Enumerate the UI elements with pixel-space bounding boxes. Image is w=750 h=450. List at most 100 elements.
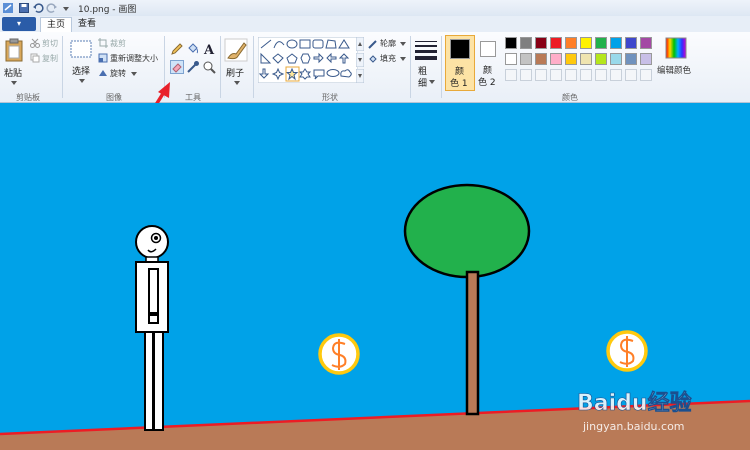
- shapes-scroll-down-icon[interactable]: [356, 53, 364, 67]
- palette-swatch[interactable]: [625, 37, 637, 49]
- select-dropdown-icon: [79, 79, 85, 83]
- palette-empty-slot[interactable]: [580, 69, 592, 81]
- tab-view[interactable]: 查看: [72, 17, 102, 31]
- palette-swatch[interactable]: [550, 53, 562, 65]
- outline-icon: [368, 40, 377, 49]
- size-button[interactable]: 粗 细: [414, 36, 438, 92]
- fill-label: 填充: [380, 54, 396, 63]
- fill-bucket-icon[interactable]: [186, 42, 200, 56]
- copy-icon: [30, 53, 40, 63]
- save-icon[interactable]: [18, 2, 30, 14]
- edit-colors-button[interactable]: 编辑颜色: [657, 36, 695, 88]
- eraser-icon[interactable]: [170, 60, 184, 74]
- palette-swatch[interactable]: [505, 37, 517, 49]
- select-label: 选择: [72, 67, 91, 77]
- palette-swatch[interactable]: [610, 53, 622, 65]
- image-group-label: 图像: [106, 93, 122, 102]
- color-picker-icon[interactable]: [186, 60, 200, 74]
- outline-dropdown-icon: [400, 42, 406, 46]
- shapes-more-icon[interactable]: [356, 69, 364, 83]
- palette-empty-slot[interactable]: [610, 69, 622, 81]
- pencil-icon[interactable]: [170, 42, 184, 56]
- resize-label: 重新调整大小: [110, 54, 158, 63]
- palette-empty-slot[interactable]: [505, 69, 517, 81]
- shapes-gallery[interactable]: [258, 37, 358, 83]
- palette-swatch[interactable]: [625, 53, 637, 65]
- color1-button[interactable]: 颜 色 1: [445, 35, 475, 91]
- quick-access-dropdown-icon[interactable]: [60, 2, 72, 14]
- figure-arm: [148, 268, 159, 314]
- shapes-scroll-up-icon[interactable]: [356, 37, 364, 51]
- title-bar: 10.png - 画图: [0, 0, 750, 17]
- palette-empty-slot[interactable]: [625, 69, 637, 81]
- watermark-url: jingyan.baidu.com: [582, 420, 685, 433]
- palette-swatch[interactable]: [520, 37, 532, 49]
- separator: [253, 36, 254, 98]
- palette-swatch[interactable]: [520, 53, 532, 65]
- rotate-icon: [99, 70, 107, 76]
- figure-hand: [148, 314, 159, 324]
- drawing-canvas[interactable]: Baidu经验 jingyan.baidu.com: [0, 103, 750, 450]
- palette-empty-slot[interactable]: [640, 69, 652, 81]
- tab-view-label: 查看: [78, 19, 97, 29]
- separator: [62, 36, 63, 98]
- paste-label: 粘贴: [4, 69, 23, 79]
- tab-home[interactable]: 主页: [40, 17, 73, 32]
- figure-head: [135, 225, 169, 259]
- palette-swatch[interactable]: [580, 53, 592, 65]
- select-button[interactable]: 选择: [66, 36, 94, 88]
- text-tool-glyph: A: [203, 43, 215, 56]
- color2-swatch: [480, 41, 496, 57]
- palette-swatch[interactable]: [535, 37, 547, 49]
- separator: [441, 36, 442, 98]
- cut-label: 剪切: [42, 39, 58, 48]
- redo-icon[interactable]: [46, 2, 58, 14]
- palette-swatch[interactable]: [550, 37, 562, 49]
- palette-empty-slot[interactable]: [595, 69, 607, 81]
- coin: [318, 333, 360, 375]
- color2-label-bottom: 色 2: [478, 78, 496, 88]
- paste-dropdown-icon: [11, 81, 17, 85]
- palette-swatch[interactable]: [505, 53, 517, 65]
- palette-empty-slot[interactable]: [565, 69, 577, 81]
- outline-label: 轮廓: [380, 39, 396, 48]
- palette-empty-slot[interactable]: [550, 69, 562, 81]
- palette-swatch[interactable]: [610, 37, 622, 49]
- palette-swatch[interactable]: [640, 37, 652, 49]
- shapes-group-label: 形状: [322, 93, 338, 102]
- scissors-icon: [30, 38, 40, 48]
- paste-button[interactable]: 粘贴: [2, 36, 26, 88]
- file-menu-label: ▾: [16, 19, 21, 28]
- palette-empty-slot[interactable]: [520, 69, 532, 81]
- color1-label-bottom: 色 1: [450, 79, 468, 89]
- edit-colors-label: 编辑颜色: [657, 66, 692, 76]
- rotate-label: 旋转: [110, 69, 126, 78]
- tab-home-label: 主页: [47, 20, 66, 30]
- ribbon: 粘贴 剪切 复制 剪贴板 选择 裁剪 重新调整大小 旋转 图像 A 工具 刷子 …: [0, 32, 750, 103]
- fill-dropdown-icon: [400, 57, 406, 61]
- palette-empty-slot[interactable]: [535, 69, 547, 81]
- palette-swatch[interactable]: [535, 53, 547, 65]
- palette-swatch[interactable]: [595, 53, 607, 65]
- separator: [220, 36, 221, 98]
- palette-swatch[interactable]: [565, 37, 577, 49]
- copy-label: 复制: [42, 54, 58, 63]
- palette-swatch[interactable]: [595, 37, 607, 49]
- watermark-logo: Baidu经验: [577, 390, 692, 416]
- brush-icon: [224, 38, 248, 62]
- brushes-button[interactable]: 刷子: [224, 36, 250, 88]
- palette-swatch[interactable]: [580, 37, 592, 49]
- colors-group-label: 颜色: [562, 93, 578, 102]
- text-icon[interactable]: A: [202, 42, 216, 56]
- size-label-bottom: 细: [418, 79, 428, 89]
- color2-button[interactable]: 颜 色 2: [476, 35, 502, 91]
- clipboard-group-label: 剪贴板: [16, 93, 40, 102]
- select-rectangle-icon: [70, 40, 92, 58]
- palette-swatch[interactable]: [565, 53, 577, 65]
- file-menu-button[interactable]: ▾: [2, 17, 36, 31]
- magnifier-icon[interactable]: [202, 60, 216, 74]
- coin: [606, 330, 648, 372]
- figure-pupil: [154, 236, 158, 240]
- palette-swatch[interactable]: [640, 53, 652, 65]
- undo-icon[interactable]: [32, 2, 44, 14]
